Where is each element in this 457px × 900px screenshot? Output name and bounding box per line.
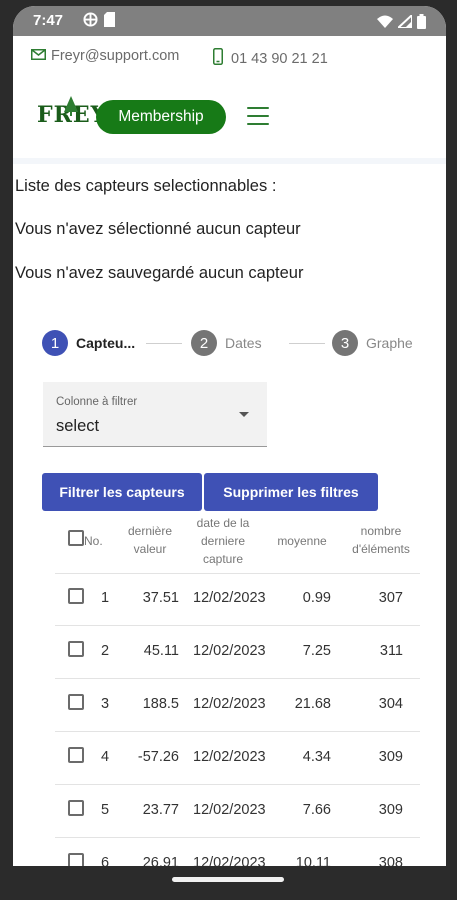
status-bar: 7:47 — [13, 6, 446, 36]
membership-button[interactable]: Membership — [96, 100, 226, 134]
row-no: 2 — [101, 643, 110, 659]
step-connector — [289, 343, 325, 344]
home-gesture-handle[interactable] — [172, 877, 284, 882]
filter-column-value: select — [56, 417, 100, 435]
site-header: FREYR Membership — [13, 76, 446, 164]
app-screen: 7:47 Freyr@support.com 01 43 90 21 21 FR… — [13, 6, 446, 895]
menu-hamburger-icon[interactable] — [247, 107, 269, 125]
mobile-phone-icon — [213, 48, 223, 69]
clear-filters-button[interactable]: Supprimer les filtres — [204, 473, 378, 511]
globe-icon — [83, 12, 98, 31]
wifi-icon — [377, 15, 393, 32]
row-checkbox[interactable] — [68, 694, 84, 710]
selectable-sensors-label: Liste des capteurs selectionnables : — [15, 177, 277, 195]
contact-bar: Freyr@support.com 01 43 90 21 21 — [13, 36, 446, 76]
row-no: 5 — [101, 802, 110, 818]
tree-logo-icon — [64, 96, 78, 122]
table-row[interactable]: 3 188.5 12/02/2023 21.68 304 — [55, 679, 420, 732]
stepper: 1 Capteu... 2 Dates 3 Graphe — [13, 326, 446, 360]
row-last-value: 23.77 — [142, 802, 179, 818]
header-last-value[interactable]: dernière valeur — [119, 522, 181, 558]
step-number: 3 — [332, 330, 358, 356]
header-no: No. — [84, 534, 103, 548]
row-mean: 4.34 — [302, 749, 331, 765]
table-header: No. dernière valeur date de la derniere … — [55, 515, 420, 574]
system-nav-bar — [0, 866, 457, 900]
row-count: 307 — [378, 590, 403, 606]
step-label: Capteu... — [76, 335, 136, 351]
row-last-value: -57.26 — [137, 749, 179, 765]
row-mean: 7.66 — [302, 802, 331, 818]
row-date: 12/02/2023 — [193, 590, 266, 606]
sim-card-icon — [104, 12, 115, 31]
table-row[interactable]: 5 23.77 12/02/2023 7.66 309 — [55, 785, 420, 838]
contact-phone[interactable]: 01 43 90 21 21 — [231, 51, 328, 67]
step-number: 2 — [191, 330, 217, 356]
row-count: 311 — [379, 643, 403, 659]
row-count: 304 — [378, 696, 403, 712]
step-graph[interactable]: 3 Graphe — [332, 330, 413, 356]
row-last-value: 37.51 — [142, 590, 179, 606]
step-connector — [146, 343, 182, 344]
row-checkbox[interactable] — [68, 588, 84, 604]
row-mean: 21.68 — [294, 696, 331, 712]
row-mean: 7.25 — [302, 643, 331, 659]
step-dates[interactable]: 2 Dates — [191, 330, 262, 356]
row-no: 4 — [101, 749, 110, 765]
filter-sensors-button[interactable]: Filtrer les capteurs — [42, 473, 202, 511]
contact-email[interactable]: Freyr@support.com — [51, 48, 179, 64]
header-last-capture-date[interactable]: date de la derniere capture — [185, 514, 261, 568]
battery-icon — [417, 14, 426, 33]
row-last-value: 188.5 — [142, 696, 179, 712]
row-count: 309 — [378, 749, 403, 765]
no-selected-sensor-text: Vous n'avez sélectionné aucun capteur — [15, 220, 301, 238]
step-label: Dates — [225, 335, 262, 351]
header-mean[interactable]: moyenne — [265, 532, 339, 550]
filter-column-select[interactable]: Colonne à filtrer select — [43, 382, 267, 447]
signal-icon — [395, 12, 413, 32]
table-row[interactable]: 4 -57.26 12/02/2023 4.34 309 — [55, 732, 420, 785]
row-date: 12/02/2023 — [193, 749, 266, 765]
select-all-checkbox[interactable] — [68, 530, 84, 546]
step-number: 1 — [42, 330, 68, 356]
table-row[interactable]: 1 37.51 12/02/2023 0.99 307 — [55, 573, 420, 626]
no-saved-sensor-text: Vous n'avez sauvegardé aucun capteur — [15, 264, 304, 282]
filter-column-label: Colonne à filtrer — [56, 396, 138, 408]
row-date: 12/02/2023 — [193, 696, 266, 712]
header-element-count[interactable]: nombre d'éléments — [345, 522, 417, 558]
row-count: 309 — [378, 802, 403, 818]
row-no: 3 — [101, 696, 110, 712]
row-no: 1 — [101, 590, 110, 606]
row-checkbox[interactable] — [68, 747, 84, 763]
row-last-value: 45.11 — [143, 643, 179, 659]
row-checkbox[interactable] — [68, 800, 84, 816]
table-row[interactable]: 2 45.11 12/02/2023 7.25 311 — [55, 626, 420, 679]
envelope-icon — [31, 48, 46, 64]
status-time: 7:47 — [33, 12, 64, 29]
step-label: Graphe — [366, 335, 413, 351]
dropdown-arrow-icon — [239, 412, 249, 417]
row-date: 12/02/2023 — [193, 802, 266, 818]
row-checkbox[interactable] — [68, 641, 84, 657]
row-mean: 0.99 — [302, 590, 331, 606]
phone-frame: 7:47 Freyr@support.com 01 43 90 21 21 FR… — [0, 0, 457, 900]
step-sensors[interactable]: 1 Capteu... — [42, 330, 135, 356]
row-date: 12/02/2023 — [193, 643, 266, 659]
